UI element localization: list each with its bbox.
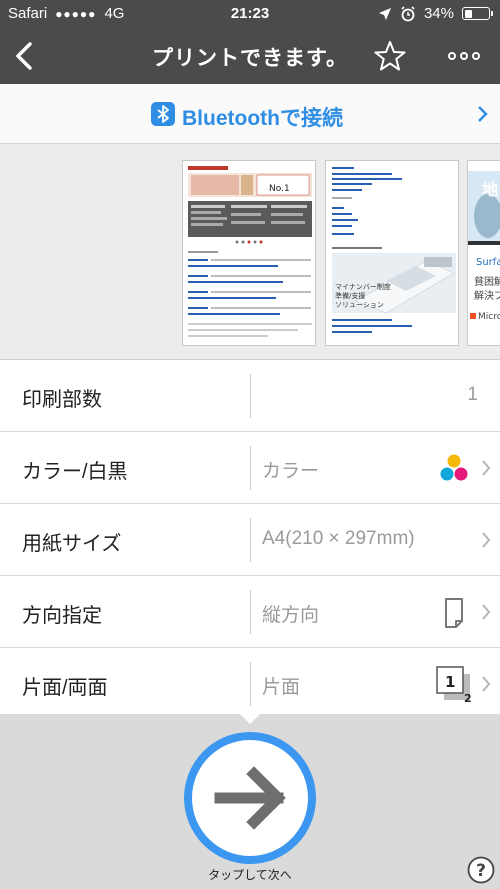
duplex-label: 片面/両面 [22, 677, 108, 699]
duplex-row[interactable]: 片面/両面 片面 1 2 [0, 648, 500, 720]
next-button-inner [192, 740, 308, 856]
preview-page-3-word-2: Surfa [476, 257, 500, 268]
chevron-right-icon [478, 106, 488, 122]
battery-icon [462, 7, 493, 20]
more-icon [448, 52, 480, 60]
color-mode-value: カラー [262, 461, 320, 482]
duplex-icon-number-1: 1 [445, 673, 455, 691]
row-divider [250, 374, 251, 418]
preview-page-2-thumbnail: マイナンバー制度 準備/支援 ソリューション [326, 161, 458, 345]
preview-page-3-word-1: 地 [482, 180, 498, 199]
next-button[interactable] [184, 732, 316, 864]
nav-bar: プリントできます。 [0, 28, 500, 84]
page-title: プリントできます。 [152, 47, 348, 70]
duplex-icon-number-2: 2 [464, 692, 472, 704]
battery-fill [464, 9, 473, 18]
paper-size-row[interactable]: 用紙サイズ A4(210 × 297mm) [0, 504, 500, 576]
portrait-page-icon [445, 598, 463, 628]
preview-banner-text: No.1 [269, 184, 290, 194]
orientation-value: 縦方向 [262, 605, 320, 626]
chevron-right-icon [482, 532, 491, 548]
preview-page-1[interactable]: No.1 [182, 160, 316, 346]
arrow-right-icon [214, 766, 286, 830]
paper-size-value: A4(210 × 297mm) [262, 528, 415, 549]
preview-page-3-word-4: 解決プ [474, 289, 500, 302]
row-divider [250, 662, 251, 706]
paper-size-label: 用紙サイズ [22, 533, 122, 555]
copies-label: 印刷部数 [22, 389, 102, 411]
bluetooth-icon [151, 102, 175, 126]
bluetooth-connect-bar[interactable]: Bluetoothで接続 [0, 84, 500, 144]
chevron-right-icon [482, 676, 491, 692]
duplex-value: 片面 [262, 677, 301, 698]
more-button[interactable] [444, 38, 484, 74]
help-button[interactable]: ? [467, 856, 495, 884]
single-sided-icon: 1 2 [436, 666, 472, 704]
orientation-row[interactable]: 方向指定 縦方向 [0, 576, 500, 648]
preview-caption-line-2: 準備/支援 [335, 291, 365, 300]
page-preview-strip[interactable]: No.1 マイナンバー制度 準備/支援 ソリューション 地 Surfa 貧困 解… [0, 145, 500, 360]
status-bar: Safari ●●●●● 4G 21:23 34% [0, 0, 500, 28]
help-icon: ? [467, 856, 495, 884]
preview-page-1-thumbnail: No.1 [183, 161, 315, 345]
preview-page-3[interactable]: 地 Surfa 貧困解 解決プ Micro [467, 160, 500, 346]
preview-page-2[interactable]: マイナンバー制度 準備/支援 ソリューション [325, 160, 459, 346]
star-icon [374, 41, 406, 71]
row-divider [250, 446, 251, 490]
row-divider [250, 590, 251, 634]
preview-caption-line-3: ソリューション [335, 301, 384, 309]
status-right: 34% [378, 5, 493, 22]
bluetooth-connect-label: Bluetoothで接続 [182, 107, 343, 130]
alarm-icon [401, 5, 415, 21]
color-mode-label: カラー/白黒 [22, 461, 128, 483]
battery-percent: 34% [423, 5, 454, 22]
preview-page-3-word-3: 貧困解 [474, 275, 500, 288]
copies-value[interactable]: 1 [467, 384, 478, 406]
favorite-button[interactable] [372, 38, 408, 74]
orientation-label: 方向指定 [22, 605, 102, 627]
color-dots-icon [440, 454, 468, 481]
row-divider [250, 518, 251, 562]
list-pointer-notch [238, 712, 262, 724]
color-mode-row[interactable]: カラー/白黒 カラー [0, 432, 500, 504]
chevron-right-icon [482, 604, 491, 620]
location-icon [378, 7, 391, 20]
preview-page-3-thumbnail: 地 Surfa 貧困解 解決プ Micro [468, 161, 500, 345]
preview-caption-line-1: マイナンバー制度 [335, 282, 391, 291]
copies-row[interactable]: 印刷部数 1 [0, 360, 500, 432]
chevron-right-icon [482, 460, 491, 476]
next-button-label: タップして次へ [208, 868, 292, 882]
help-glyph: ? [476, 861, 486, 881]
print-settings-list: 印刷部数 1 カラー/白黒 カラー 用紙サイズ A4(210 × 297mm) … [0, 360, 500, 720]
preview-page-3-word-5: Micro [478, 312, 500, 322]
